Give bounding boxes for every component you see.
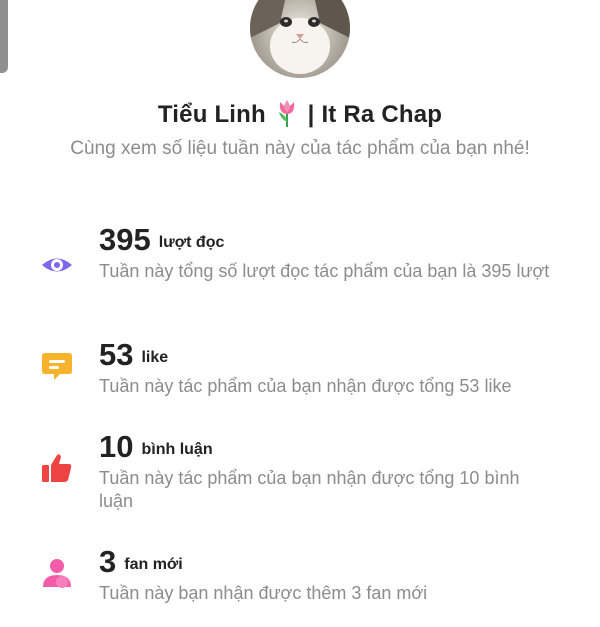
stat-likes-value-line: 53 like [99, 337, 168, 376]
stat-fans-value: 3 [99, 544, 117, 579]
avatar[interactable] [250, 0, 350, 78]
tulip-icon [278, 100, 294, 127]
stat-fans-description: Tuần này bạn nhận được thêm 3 fan mới [99, 583, 428, 603]
profile-name-second: | It Ra Chap [307, 101, 443, 128]
stat-reads-value: 395 [99, 222, 151, 257]
user-icon [43, 559, 71, 588]
profile-name-first: Tiểu Linh [157, 101, 266, 128]
stat-reads-value-line: 395 lượt đọc [99, 222, 224, 261]
stat-fans-unit: fan mới [124, 556, 183, 573]
stat-comments-value-line: 10 bình luận [99, 429, 213, 468]
comment-icon [42, 353, 72, 380]
page-subtitle: Cùng xem số liệu tuần này của tác phẩm c… [70, 138, 530, 159]
side-handle[interactable] [0, 0, 8, 73]
stat-comments-unit: bình luận [141, 441, 213, 458]
stat-reads-description: Tuần này tổng số lượt đọc tác phẩm của b… [99, 261, 550, 281]
thumbs-up-icon [42, 454, 72, 482]
stat-reads-unit: lượt đọc [158, 234, 225, 251]
stat-comments-value: 10 [99, 429, 134, 464]
stat-likes-value: 53 [99, 337, 134, 372]
eye-icon [42, 258, 72, 272]
cat-photo [250, 0, 350, 78]
stat-likes-description: Tuần này tác phẩm của bạn nhận được tổng… [99, 376, 512, 396]
stat-comments-description: Tuần này tác phẩm của bạn nhận được tổng… [99, 468, 520, 511]
stat-likes-unit: like [141, 349, 169, 366]
weekly-stats-page: Tiểu Linh | It Ra Chap Cùng xem số liệu … [0, 0, 600, 627]
profile-name: Tiểu Linh | It Ra Chap [0, 98, 600, 129]
stat-fans-value-line: 3 fan mới [99, 544, 183, 583]
